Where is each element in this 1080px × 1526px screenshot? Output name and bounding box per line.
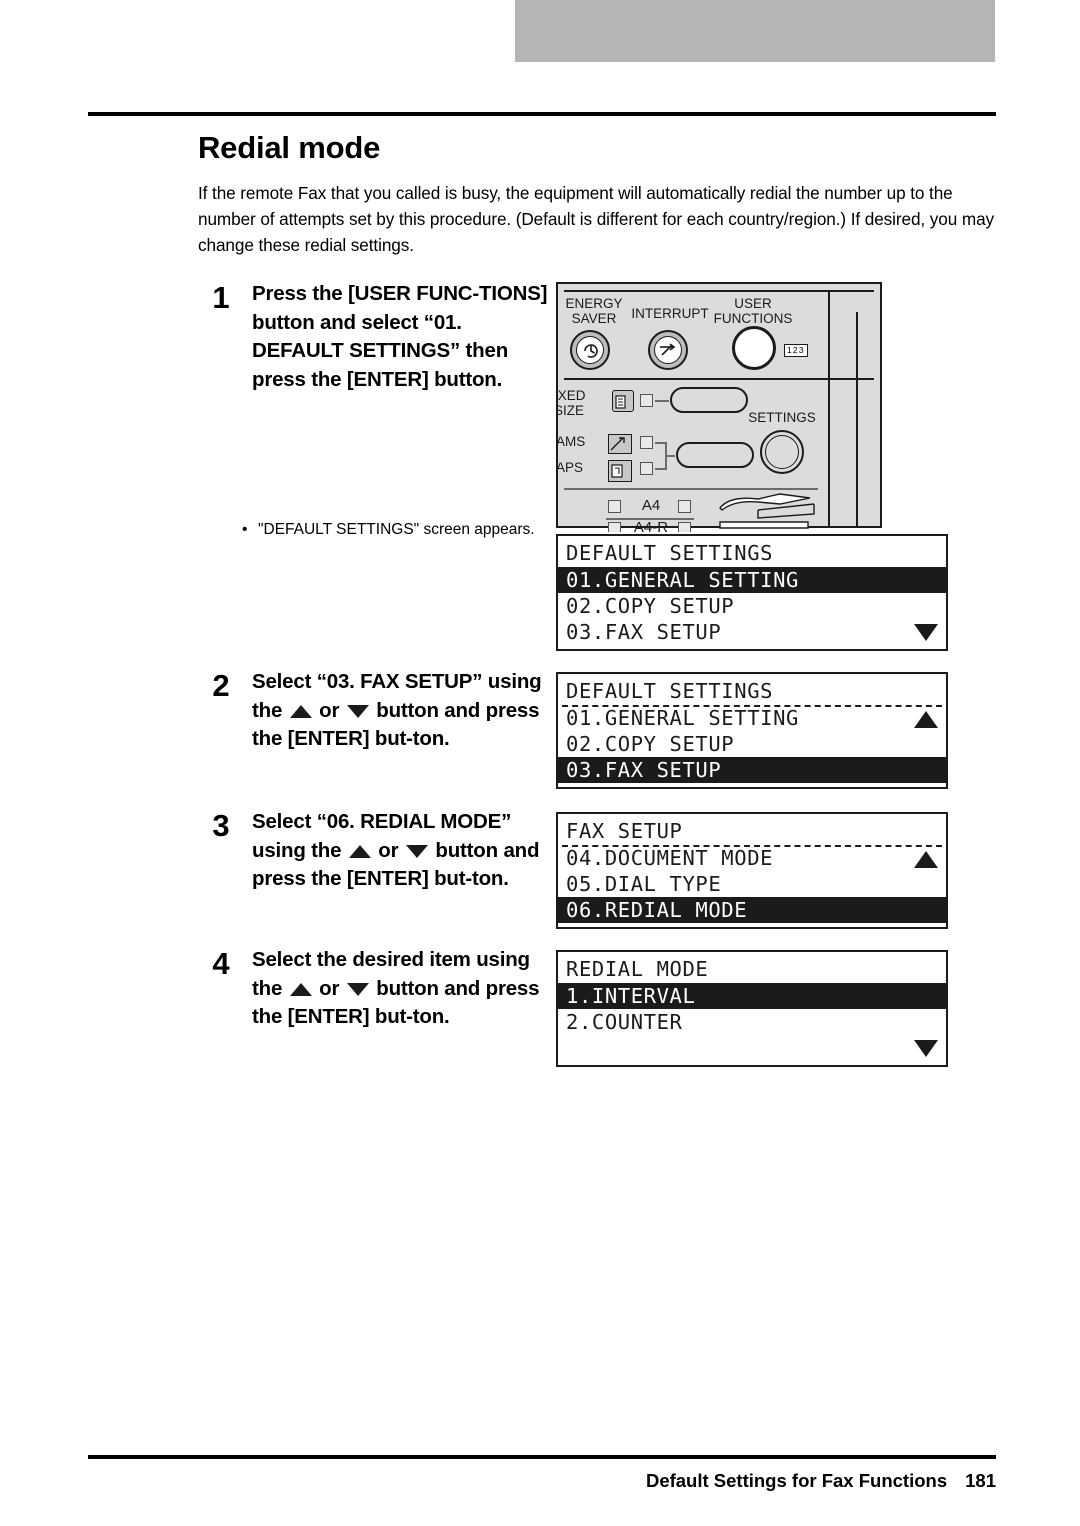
ams-aps-button[interactable]: [676, 442, 754, 468]
lcd-row[interactable]: 05.DIAL TYPE: [558, 871, 946, 897]
arrow-up-icon: [348, 844, 371, 858]
interrupt-label: INTERRUPT: [631, 306, 709, 321]
energy-saver-label: ENERGY SAVER: [565, 296, 623, 326]
paper-a4r-label: A4-R: [633, 519, 669, 532]
settings-label: SETTINGS: [748, 410, 816, 425]
manual-page: Redial mode If the remote Fax that you c…: [0, 0, 1080, 1526]
lcd-row[interactable]: 01.GENERAL SETTING: [558, 705, 946, 731]
step-number-2: 2: [212, 668, 230, 703]
step-text-2-part-b: or: [313, 698, 345, 722]
step-text-1: Press the [USER FUNC-TIONS] button and s…: [252, 282, 548, 391]
scroll-down-icon[interactable]: [914, 624, 938, 641]
power-icon: [584, 344, 598, 358]
arrow-up-icon: [289, 982, 312, 996]
lcd-title: DEFAULT SETTINGS: [566, 541, 774, 565]
ams-icon: [608, 434, 632, 454]
lcd-screen-redial-mode: REDIAL MODE 1.INTERVAL 2.COUNTER: [556, 950, 948, 1067]
settings-button[interactable]: [760, 430, 804, 474]
energy-saver-button[interactable]: [570, 330, 610, 370]
scroll-up-icon[interactable]: [914, 989, 938, 1006]
footer-rule: [88, 1455, 996, 1459]
mixed-size-indicator: [640, 394, 653, 407]
interrupt-button[interactable]: [648, 330, 688, 370]
step-text-2: Select “03. FAX SETUP” using the or butt…: [252, 668, 564, 754]
scroll-down-icon[interactable]: [914, 1040, 938, 1057]
aps-icon: [608, 460, 632, 482]
aps-label: APS: [556, 460, 584, 475]
lcd-row[interactable]: 03.FAX SETUP: [558, 757, 946, 783]
step-text-3-part-b: or: [372, 838, 404, 862]
lcd-screen-fax-setup: FAX SETUP 04.DOCUMENT MODE 05.DIAL TYPE …: [556, 812, 948, 929]
step-text-3: Select “06. REDIAL MODE” using the or bu…: [252, 808, 564, 894]
step-text-4-part-b: or: [313, 976, 345, 1000]
mixed-size-label: IXED SIZE: [556, 388, 586, 418]
paper-a4-indicator-right: [678, 500, 691, 513]
lcd-dashed-separator: [562, 845, 942, 847]
lcd-dashed-separator: [898, 567, 942, 569]
bullet-glyph: •: [242, 521, 248, 538]
ams-indicator: [640, 436, 653, 449]
lcd-row[interactable]: 01.GENERAL SETTING: [558, 567, 946, 593]
mixed-size-button[interactable]: [670, 387, 748, 413]
paper-a4r-indicator-left: [608, 522, 621, 532]
step-number-3: 3: [212, 808, 230, 843]
step-1-note: • "DEFAULT SETTINGS" screen appears.: [242, 518, 558, 542]
paper-a4-indicator-left: [608, 500, 621, 513]
arrow-up-icon: [289, 704, 312, 718]
mixed-size-icon: [612, 390, 634, 412]
lcd-screen-default-settings-2: DEFAULT SETTINGS 01.GENERAL SETTING 02.C…: [556, 672, 948, 789]
control-panel-illustration: ENERGY SAVER INTERRUPT USER FUNCTIONS 12…: [556, 282, 886, 532]
panel-vertical-divider-2: [856, 312, 858, 528]
scroll-up-icon[interactable]: [914, 851, 938, 868]
lcd-row[interactable]: 02.COPY SETUP: [558, 593, 946, 619]
lcd-row[interactable]: 04.DOCUMENT MODE: [558, 845, 946, 871]
lcd-row[interactable]: 1.INTERVAL: [558, 983, 946, 1009]
intro-paragraph: If the remote Fax that you called is bus…: [198, 183, 995, 255]
lcd-title: FAX SETUP: [566, 819, 683, 843]
aps-indicator: [640, 462, 653, 475]
lcd-row[interactable]: 03.FAX SETUP: [558, 619, 946, 645]
step-number-4: 4: [212, 946, 230, 981]
lcd-row[interactable]: 2.COUNTER: [558, 1009, 946, 1035]
step-1-note-text: "DEFAULT SETTINGS" screen appears.: [258, 521, 535, 538]
lcd-dashed-separator: [562, 983, 942, 985]
lcd-row[interactable]: 02.COPY SETUP: [558, 731, 946, 757]
lcd-row[interactable]: [558, 1035, 946, 1061]
panel-divider-2: [564, 488, 818, 490]
lcd-title: REDIAL MODE: [566, 957, 709, 981]
header-grey-band: [515, 0, 995, 62]
lcd-row[interactable]: 06.REDIAL MODE: [558, 897, 946, 923]
footer-running-title: Default Settings for Fax Functions: [645, 1470, 948, 1491]
ams-label: AMS: [556, 434, 586, 449]
scroll-down-icon[interactable]: [914, 762, 938, 779]
step-text-4: Select the desired item using the or but…: [252, 946, 564, 1032]
interrupt-icon: [660, 343, 676, 356]
scroll-up-icon[interactable]: [914, 573, 938, 590]
lcd-dashed-separator: [562, 705, 942, 707]
paper-tray-icon: [719, 493, 815, 529]
scroll-down-icon[interactable]: [914, 902, 938, 919]
footer-page-number: 181: [965, 1470, 996, 1491]
lcd-screen-default-settings-1: DEFAULT SETTINGS 01.GENERAL SETTING 02.C…: [556, 534, 948, 651]
scroll-up-icon[interactable]: [914, 711, 938, 728]
paper-a4r-indicator-right: [678, 522, 691, 532]
user-functions-label: USER FUNCTIONS: [713, 296, 793, 326]
keypad-badge: 123: [784, 344, 808, 357]
user-functions-button[interactable]: [732, 326, 776, 370]
paper-a4-label: A4: [641, 497, 661, 514]
ams-aps-wire-join: [665, 455, 675, 457]
step-number-1: 1: [212, 280, 230, 315]
lcd-title: DEFAULT SETTINGS: [566, 679, 774, 703]
arrow-down-icon: [346, 704, 369, 718]
page-title: Redial mode: [198, 130, 381, 165]
mixed-size-wire: [655, 400, 669, 402]
page-footer: Default Settings for Fax Functions 181: [88, 1470, 996, 1492]
arrow-down-icon: [346, 982, 369, 996]
arrow-down-icon: [405, 844, 428, 858]
panel-vertical-divider: [828, 290, 830, 528]
header-rule: [88, 112, 996, 116]
